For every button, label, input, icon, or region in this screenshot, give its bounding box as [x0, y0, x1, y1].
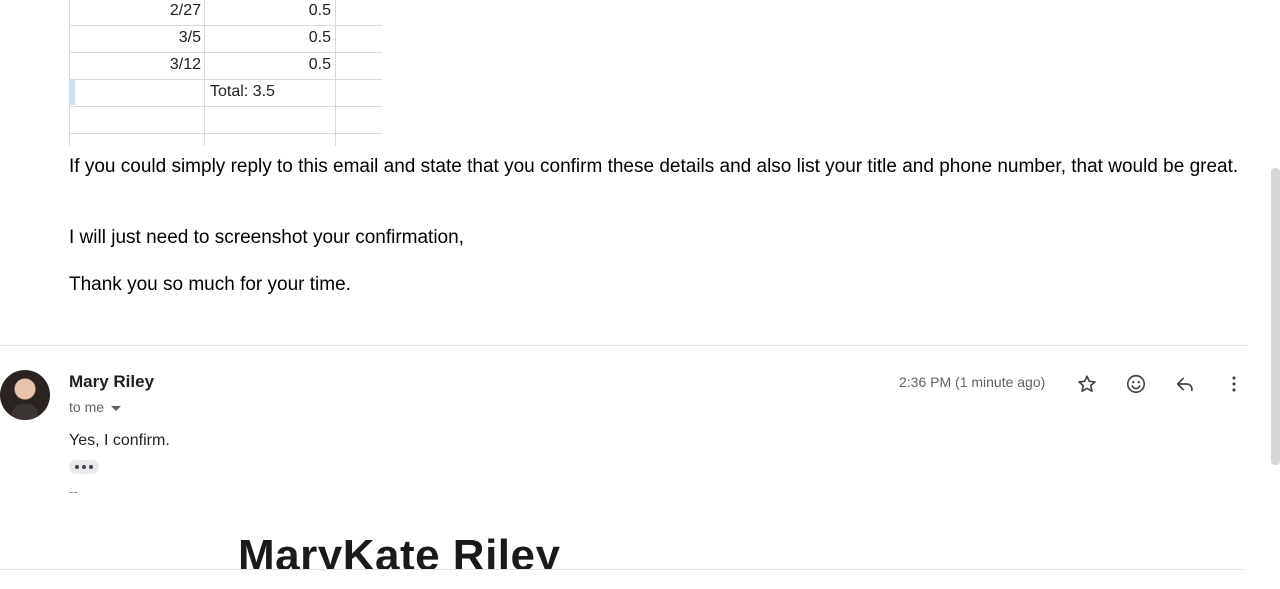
add-reaction-button[interactable] [1122, 370, 1150, 398]
star-button[interactable] [1073, 370, 1101, 398]
star-icon [1078, 375, 1096, 392]
date-cell: 3/5 [178, 29, 201, 46]
recipient-label: to me [69, 399, 105, 415]
table-row: 3/12 0.5 [69, 52, 382, 80]
table-row: 2/27 0.5 [69, 0, 382, 26]
email-body-paragraph: Thank you so much for your time. [69, 274, 351, 295]
more-vert-icon [1232, 376, 1236, 392]
dot [75, 465, 79, 469]
avatar-shirt [12, 404, 38, 420]
signature-separator: -- [69, 484, 78, 499]
chevron-down-icon [111, 405, 122, 411]
row-selection-marker [69, 79, 75, 105]
scrollbar-thumb[interactable] [1271, 168, 1280, 465]
message-timestamp: 2:36 PM (1 minute ago) [899, 374, 1046, 390]
date-cell: 3/12 [169, 56, 201, 73]
reply-message-text: Yes, I confirm. [69, 432, 170, 449]
table-row: 3/5 0.5 [69, 25, 382, 53]
emoji-icon [1126, 374, 1146, 394]
table-row [69, 106, 382, 134]
show-trimmed-content-button[interactable] [69, 460, 99, 474]
more-options-button[interactable] [1220, 370, 1248, 398]
date-cell: 2/27 [169, 2, 201, 19]
signature-name: MaryKate Riley [238, 531, 561, 569]
email-body-paragraph: If you could simply reply to this email … [69, 156, 1239, 177]
dot [89, 465, 93, 469]
timesheet-table: 2/27 0.5 3/5 0.5 3/12 0.5 Total: 3.5 [69, 0, 382, 146]
table-row: Total: 3.5 [69, 79, 382, 107]
total-cell: Total: 3.5 [210, 83, 275, 100]
message-bottom-divider [0, 569, 1245, 570]
reply-button[interactable] [1171, 370, 1199, 398]
hours-cell: 0.5 [308, 2, 331, 19]
sender-name[interactable]: Mary Riley [69, 372, 154, 392]
message-divider [0, 345, 1248, 346]
email-body-paragraph: I will just need to screenshot your conf… [69, 227, 464, 248]
reply-icon [1176, 377, 1193, 392]
hours-cell: 0.5 [308, 29, 331, 46]
hours-cell: 0.5 [308, 56, 331, 73]
avatar[interactable] [0, 370, 50, 420]
recipient-details-toggle[interactable]: to me [69, 399, 122, 415]
dot [82, 465, 86, 469]
